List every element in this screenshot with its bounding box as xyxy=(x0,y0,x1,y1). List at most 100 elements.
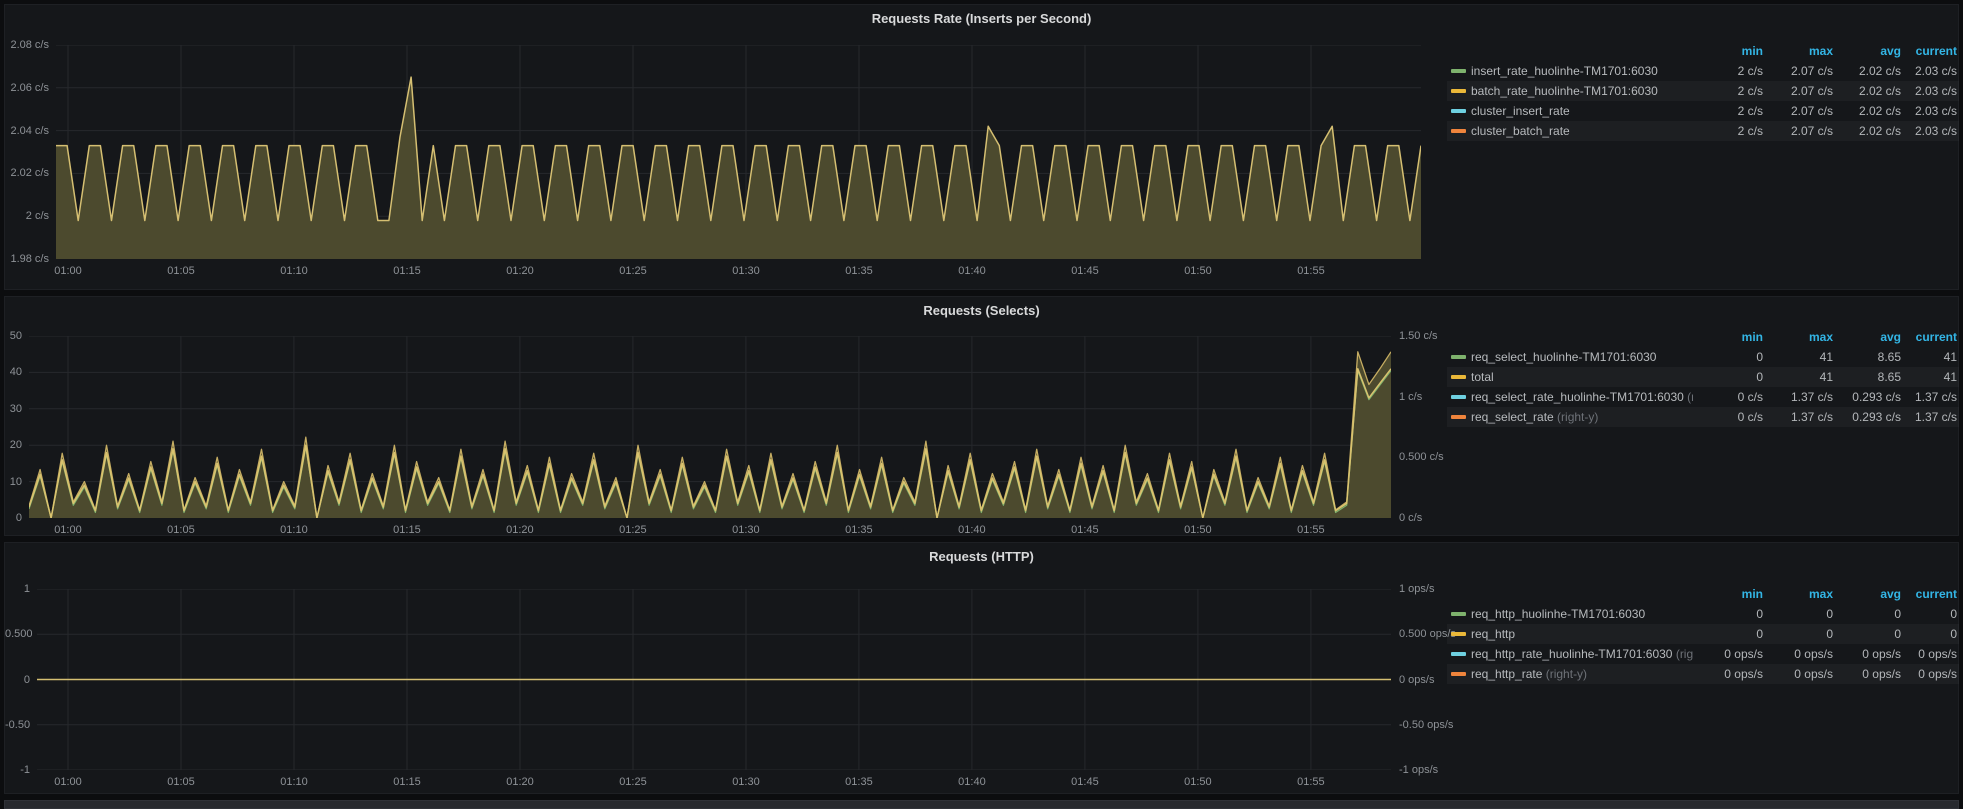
plot-area-inserts[interactable] xyxy=(56,45,1421,259)
legend-value-avg: 0 ops/s xyxy=(1835,644,1903,664)
legend-value-current: 1.37 c/s xyxy=(1903,387,1959,407)
legend-value-min: 0 xyxy=(1693,367,1765,387)
legend-row[interactable]: insert_rate_huolinhe-TM1701:60302 c/s 2.0… xyxy=(1447,61,1959,81)
x-axis-tick-label: 01:20 xyxy=(490,524,550,536)
legend-value-current: 2.03 c/s xyxy=(1903,121,1959,141)
legend-value-avg: 2.02 c/s xyxy=(1835,121,1903,141)
legend-value-current: 2.03 c/s xyxy=(1903,81,1959,101)
legend-series-name[interactable]: req_select_rate_huolinhe-TM1701:6030 (ri… xyxy=(1471,387,1693,407)
legend-value-max: 2.07 c/s xyxy=(1765,121,1835,141)
legend-series-name[interactable]: cluster_batch_rate xyxy=(1471,121,1693,141)
legend-value-avg: 2.02 c/s xyxy=(1835,81,1903,101)
chart-svg xyxy=(37,589,1391,770)
right-axis-indicator: (right-y) xyxy=(1672,647,1693,661)
right-y-axis-tick-label: -0.50 ops/s xyxy=(1399,719,1453,731)
legend-value-avg: 2.02 c/s xyxy=(1835,101,1903,121)
panel-title-http[interactable]: Requests (HTTP) xyxy=(5,549,1958,564)
legend-header-avg: avg xyxy=(1835,584,1903,604)
x-axis-tick-label: 01:00 xyxy=(38,776,98,788)
legend-value-min: 0 xyxy=(1693,624,1765,644)
x-axis-tick-label: 01:15 xyxy=(377,524,437,536)
plot-area-http[interactable] xyxy=(37,589,1391,770)
series-color-swatch xyxy=(1451,375,1466,379)
x-axis-tick-label: 01:20 xyxy=(490,265,550,277)
y-axis-tick-label: 0 xyxy=(5,674,30,686)
legend-header-current: current xyxy=(1903,41,1959,61)
legend-swatch-cell xyxy=(1447,375,1471,379)
x-axis-tick-label: 01:30 xyxy=(716,524,776,536)
x-axis-tick-label: 01:45 xyxy=(1055,524,1115,536)
legend-row[interactable]: req_select_rate_huolinhe-TM1701:6030 (ri… xyxy=(1447,387,1959,407)
chart-svg xyxy=(56,45,1421,259)
legend-value-min: 0 ops/s xyxy=(1693,664,1765,684)
x-axis-tick-label: 01:00 xyxy=(38,524,98,536)
legend-row[interactable]: cluster_insert_rate2 c/s2.07 c/s2.02 c/s… xyxy=(1447,101,1959,121)
legend-series-name[interactable]: req_select_huolinhe-TM1701:6030 xyxy=(1471,347,1693,367)
legend-row[interactable]: cluster_batch_rate2 c/s2.07 c/s2.02 c/s2… xyxy=(1447,121,1959,141)
right-axis-indicator: (right-y) xyxy=(1554,410,1599,424)
legend-value-avg: 2.02 c/s xyxy=(1835,61,1903,81)
legend-series-name[interactable]: req_http_rate (right-y) xyxy=(1471,664,1693,684)
legend-row[interactable]: req_http0000 xyxy=(1447,624,1959,644)
legend-value-min: 2 c/s xyxy=(1693,61,1765,81)
right-y-axis-tick-label: 0 ops/s xyxy=(1399,674,1434,686)
x-axis-tick-label: 01:25 xyxy=(603,265,663,277)
legend-value-min: 0 xyxy=(1693,347,1765,367)
legend-row[interactable]: req_http_rate_huolinhe-TM1701:6030 (righ… xyxy=(1447,644,1959,664)
legend-value-avg: 8.65 xyxy=(1835,367,1903,387)
series-color-swatch xyxy=(1451,355,1466,359)
legend-value-max: 0 xyxy=(1765,604,1835,624)
legend-series-name[interactable]: insert_rate_huolinhe-TM1701:6030 xyxy=(1471,61,1693,81)
y-axis-tick-label: 2.06 c/s xyxy=(5,82,49,94)
x-axis-tick-label: 01:40 xyxy=(942,776,1002,788)
panel-title-inserts[interactable]: Requests Rate (Inserts per Second) xyxy=(5,11,1958,26)
legend-row[interactable]: req_http_huolinhe-TM1701:60300000 xyxy=(1447,604,1959,624)
legend-row[interactable]: total0418.6541 xyxy=(1447,367,1959,387)
legend-value-current: 1.37 c/s xyxy=(1903,407,1959,427)
right-y-axis-tick-label: 1.50 c/s xyxy=(1399,330,1438,342)
legend-row[interactable]: batch_rate_huolinhe-TM1701:60302 c/s2.07… xyxy=(1447,81,1959,101)
legend-value-current: 41 xyxy=(1903,347,1959,367)
legend-value-min: 0 c/s xyxy=(1693,407,1765,427)
x-axis-tick-label: 01:00 xyxy=(38,265,98,277)
panel-requests-http: Requests (HTTP) 10.5000-0.50-11 ops/s0.5… xyxy=(4,542,1959,794)
legend-value-avg: 0 ops/s xyxy=(1835,664,1903,684)
legend-value-avg: 0.293 c/s xyxy=(1835,387,1903,407)
legend-series-name[interactable]: req_http_rate_huolinhe-TM1701:6030 (righ… xyxy=(1471,644,1693,664)
legend-value-min: 0 ops/s xyxy=(1693,644,1765,664)
legend-series-name[interactable]: req_http_huolinhe-TM1701:6030 xyxy=(1471,604,1693,624)
legend-header-avg: avg xyxy=(1835,41,1903,61)
x-axis-tick-label: 01:35 xyxy=(829,265,889,277)
legend-series-name[interactable]: batch_rate_huolinhe-TM1701:6030 xyxy=(1471,81,1693,101)
legend-swatch-cell xyxy=(1447,89,1471,93)
right-y-axis-tick-label: 1 ops/s xyxy=(1399,583,1434,595)
x-axis-tick-label: 01:50 xyxy=(1168,776,1228,788)
grafana-dashboard: Requests Rate (Inserts per Second) 2.08 … xyxy=(0,0,1963,809)
legend-row[interactable]: req_select_rate (right-y)0 c/s 1.37 c/s0.… xyxy=(1447,407,1959,427)
legend-row[interactable]: req_http_rate (right-y)0 ops/s0 ops/s0 o… xyxy=(1447,664,1959,684)
x-axis-tick-label: 01:10 xyxy=(264,265,324,277)
legend-series-name[interactable]: req_http xyxy=(1471,624,1693,644)
x-axis-tick-label: 01:05 xyxy=(151,776,211,788)
legend-swatch-cell xyxy=(1447,652,1471,656)
series-color-swatch xyxy=(1451,395,1466,399)
legend-row[interactable]: req_select_huolinhe-TM1701:60300418.6541 xyxy=(1447,347,1959,367)
legend-value-min: 0 c/s xyxy=(1693,387,1765,407)
legend-series-name[interactable]: req_select_rate (right-y) xyxy=(1471,407,1693,427)
legend-swatch-cell xyxy=(1447,395,1471,399)
legend-value-max: 41 xyxy=(1765,367,1835,387)
x-axis-tick-label: 01:25 xyxy=(603,776,663,788)
series-color-swatch xyxy=(1451,632,1466,636)
y-axis-tick-label: 40 xyxy=(5,366,22,378)
legend-series-name[interactable]: cluster_insert_rate xyxy=(1471,101,1693,121)
legend-value-current: 0 ops/s xyxy=(1903,644,1959,664)
y-axis-tick-label: 20 xyxy=(5,439,22,451)
x-axis-tick-label: 01:55 xyxy=(1281,524,1341,536)
x-axis-tick-label: 01:20 xyxy=(490,776,550,788)
plot-area-selects[interactable] xyxy=(29,336,1391,518)
legend-value-avg: 0.293 c/s xyxy=(1835,407,1903,427)
panel-title-selects[interactable]: Requests (Selects) xyxy=(5,303,1958,318)
right-y-axis-tick-label: -1 ops/s xyxy=(1399,764,1438,776)
legend-series-name[interactable]: total xyxy=(1471,367,1693,387)
series-color-swatch xyxy=(1451,109,1466,113)
